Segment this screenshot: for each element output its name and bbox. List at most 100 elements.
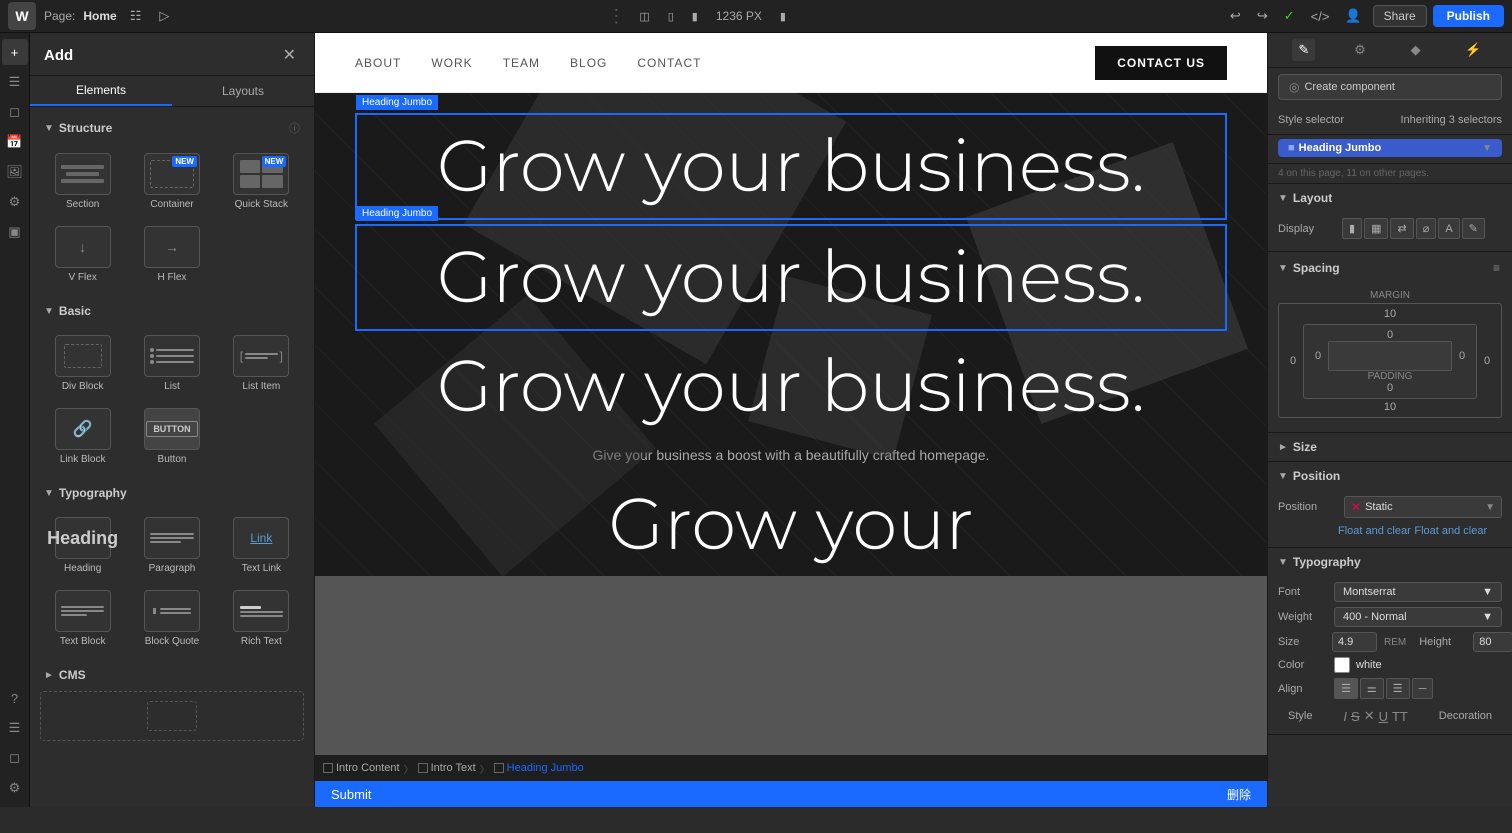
divblock-element[interactable]: Div Block: [40, 329, 125, 398]
display-flex-btn[interactable]: ⇄: [1390, 218, 1413, 239]
heading-element[interactable]: Heading Heading: [40, 511, 125, 580]
nav-team[interactable]: TEAM: [503, 56, 540, 70]
components-icon[interactable]: ⚙: [2, 189, 28, 215]
settings-tab[interactable]: ⚙: [1348, 39, 1372, 61]
vflex-element[interactable]: ↓ V Flex: [40, 220, 125, 289]
align-justify-btn[interactable]: ─: [1412, 678, 1434, 699]
assets-icon[interactable]: 🖼: [2, 159, 28, 185]
float-clear-link[interactable]: Float and clear: [1278, 525, 1411, 537]
tab-layouts[interactable]: Layouts: [172, 76, 314, 106]
spacing-section-header[interactable]: ▼ Spacing ≡: [1268, 252, 1512, 284]
display-grid-btn[interactable]: ▦: [1364, 218, 1388, 239]
cms-icon[interactable]: 📅: [2, 129, 28, 155]
list-element[interactable]: List: [129, 329, 214, 398]
padding-right-val[interactable]: 0: [1452, 350, 1472, 362]
container-element[interactable]: NEW Container: [129, 147, 214, 216]
listitem-element[interactable]: [ ] List Item: [219, 329, 304, 398]
share-btn[interactable]: Share: [1373, 5, 1427, 27]
underline-btn[interactable]: U: [1379, 708, 1388, 724]
padding-left-val[interactable]: 0: [1308, 350, 1328, 362]
display-inline-btn[interactable]: A: [1438, 218, 1459, 239]
publish-btn[interactable]: Publish: [1433, 5, 1504, 27]
button-element[interactable]: BUTTON Button: [129, 402, 214, 471]
blockquote-element[interactable]: Block Quote: [129, 584, 214, 653]
breadcrumb-intro-content[interactable]: Intro Content: [323, 762, 400, 774]
nav-blog[interactable]: BLOG: [570, 56, 607, 70]
structure-info-icon[interactable]: ⓘ: [289, 120, 300, 136]
style-selector-pill[interactable]: ■ Heading Jumbo ▼: [1278, 139, 1502, 157]
quickstack-element[interactable]: NEW Quick Stack: [219, 147, 304, 216]
position-section-header[interactable]: ▼ Position: [1268, 462, 1512, 490]
style-tab[interactable]: ✎: [1292, 39, 1315, 61]
breadcrumb-checkbox-2[interactable]: [418, 763, 428, 773]
redo-btn[interactable]: ↪: [1252, 5, 1273, 27]
check-btn[interactable]: ✓: [1279, 5, 1300, 27]
code-btn[interactable]: </>: [1306, 6, 1335, 27]
paragraph-element[interactable]: Paragraph: [129, 511, 214, 580]
font-select[interactable]: Montserrat ▼: [1334, 582, 1502, 602]
breadcrumb-checkbox-1[interactable]: [323, 763, 333, 773]
breadcrumb-heading-jumbo[interactable]: Heading Jumbo: [494, 762, 584, 774]
breakpoint-tablet-btn[interactable]: ▯: [662, 7, 680, 26]
linkblock-element[interactable]: 🔗 Link Block: [40, 402, 125, 471]
float-clear-label[interactable]: Float and clear: [1414, 525, 1487, 537]
delete-label[interactable]: 删除: [1227, 786, 1251, 803]
margin-top-val[interactable]: 10: [1283, 308, 1497, 320]
nav-work[interactable]: WORK: [431, 56, 472, 70]
align-right-btn[interactable]: ☰: [1386, 678, 1410, 699]
close-style-btn[interactable]: ✕: [1364, 708, 1375, 724]
heading-jumbo-4[interactable]: Grow your: [315, 473, 1267, 576]
page-settings-btn[interactable]: ☷: [125, 5, 147, 27]
cms2-icon[interactable]: ◻: [2, 745, 28, 771]
italic-btn[interactable]: I: [1343, 708, 1347, 724]
pages-icon[interactable]: ☰: [2, 69, 28, 95]
hflex-element[interactable]: → H Flex: [129, 220, 214, 289]
settings-icon[interactable]: ⚙: [2, 775, 28, 801]
heading-jumbo-2[interactable]: Heading Jumbo Grow your business.: [355, 224, 1227, 331]
undo-btn[interactable]: ↩: [1225, 5, 1246, 27]
display-none-btn[interactable]: ⌀: [1416, 218, 1437, 239]
breakpoint-small-btn[interactable]: ▮: [774, 7, 792, 26]
add-elements-icon[interactable]: +: [2, 39, 28, 65]
cms-section-header[interactable]: ► CMS: [30, 663, 314, 687]
navigator-icon[interactable]: ◻: [2, 99, 28, 125]
position-select[interactable]: ✕ Static ▼: [1344, 496, 1502, 518]
preview-btn[interactable]: ▷: [154, 5, 174, 27]
textlink-element[interactable]: Link Text Link: [219, 511, 304, 580]
textblock-element[interactable]: Text Block: [40, 584, 125, 653]
animations-tab[interactable]: ⚡: [1459, 39, 1487, 61]
apps-icon[interactable]: ▣: [2, 219, 28, 245]
help-icon[interactable]: ?: [2, 685, 28, 711]
structure-section-header[interactable]: ▼ Structure ⓘ: [30, 115, 314, 141]
align-center-btn[interactable]: ⚌: [1360, 678, 1384, 699]
w-logo[interactable]: W: [8, 2, 36, 30]
margin-right-val[interactable]: 0: [1477, 355, 1497, 367]
uppercase-btn[interactable]: TT: [1392, 708, 1408, 724]
padding-bottom-val[interactable]: 0: [1308, 382, 1472, 394]
breadcrumb-checkbox-3[interactable]: [494, 763, 504, 773]
nav-about[interactable]: ABOUT: [355, 56, 401, 70]
heading-jumbo-1[interactable]: Heading Jumbo Grow your business.: [355, 113, 1227, 220]
height-input[interactable]: [1473, 632, 1512, 652]
typography-section-header[interactable]: ▼ Typography: [1268, 548, 1512, 576]
layout-section-header[interactable]: ▼ Layout: [1268, 184, 1512, 212]
person-btn[interactable]: 👤: [1340, 5, 1366, 27]
tab-elements[interactable]: Elements: [30, 76, 172, 106]
basic-section-header[interactable]: ▼ Basic: [30, 299, 314, 323]
weight-select[interactable]: 400 - Normal ▼: [1334, 607, 1502, 627]
breakpoint-mobile-btn[interactable]: ▮: [686, 7, 704, 26]
size-section-header[interactable]: ► Size: [1268, 433, 1512, 461]
heading-jumbo-3[interactable]: Grow your business.: [315, 335, 1267, 438]
display-edit-btn[interactable]: ✎: [1462, 218, 1485, 239]
spacing-action-btn[interactable]: ≡: [1491, 259, 1502, 277]
nav-contact[interactable]: CONTACT: [637, 56, 701, 70]
account-icon[interactable]: ☰: [2, 715, 28, 741]
size-input[interactable]: [1332, 632, 1377, 652]
margin-left-val[interactable]: 0: [1283, 355, 1303, 367]
section-element[interactable]: Section: [40, 147, 125, 216]
strikethrough-btn[interactable]: S: [1351, 708, 1360, 724]
close-sidebar-btn[interactable]: ✕: [279, 43, 300, 67]
breakpoint-desktop-btn[interactable]: ◫: [633, 7, 655, 26]
padding-top-val[interactable]: 0: [1308, 329, 1472, 341]
margin-bottom-val[interactable]: 10: [1283, 401, 1497, 413]
